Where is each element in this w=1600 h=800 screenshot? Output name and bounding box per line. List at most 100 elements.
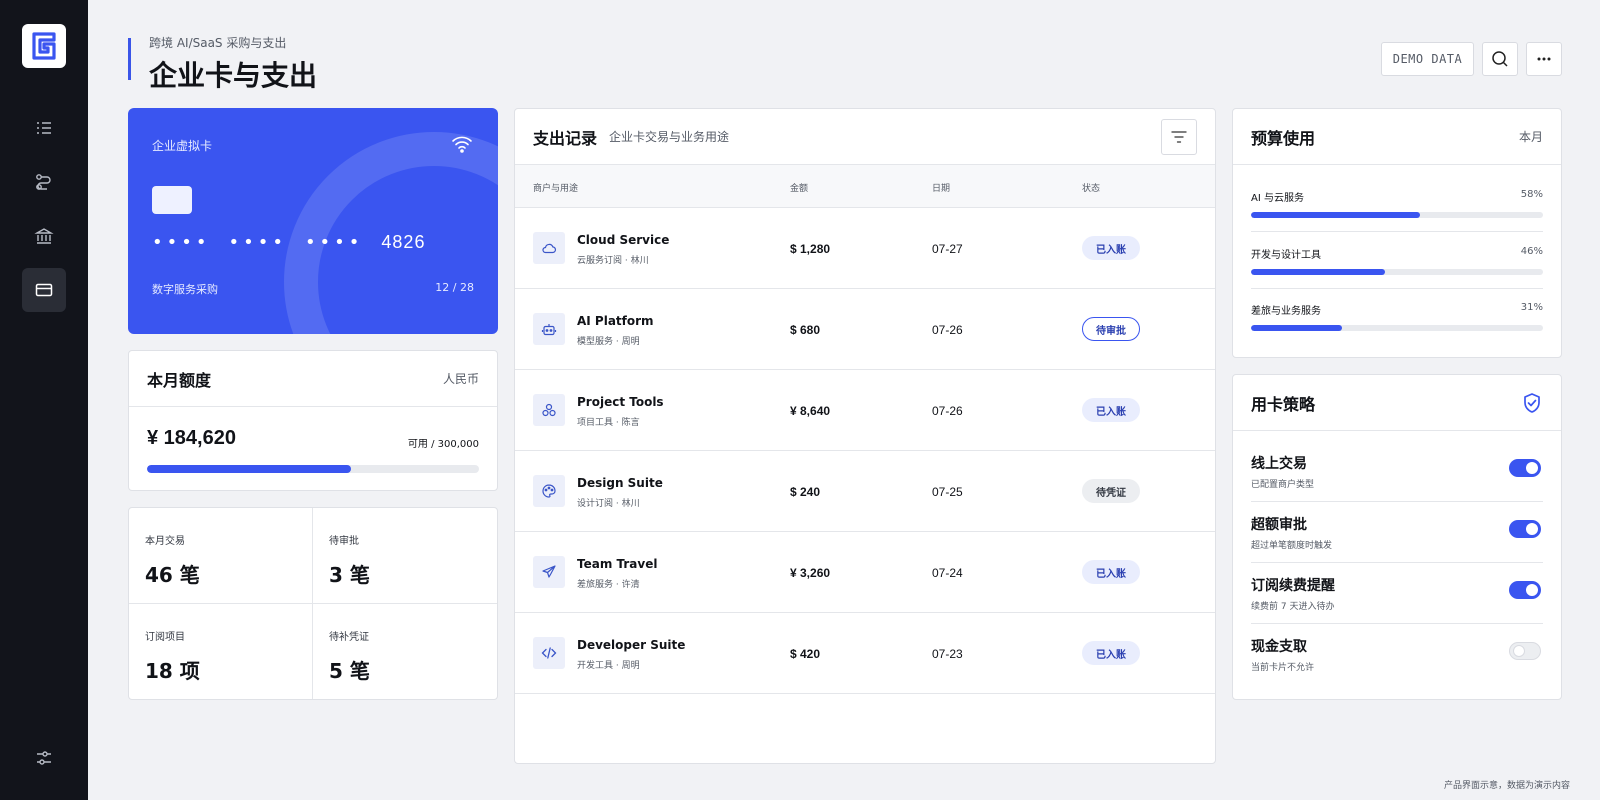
sidebar-item-settings[interactable]	[22, 736, 66, 780]
stat-card: 本月交易 46 笔	[129, 508, 313, 604]
status-badge: 待审批	[1082, 317, 1140, 341]
table-row[interactable]: Design Suite 设计订阅 · 林川 $ 240 07-25 待凭证	[515, 451, 1215, 532]
budget-usage-panel: 预算使用 本月 AI 与云服务 58% 开发与设计工具 46% 差旅与业务服务 …	[1232, 108, 1562, 358]
masked-group: ••••	[152, 232, 211, 253]
policy-item-desc: 已配置商户类型	[1251, 480, 1315, 490]
divider	[1251, 288, 1543, 289]
table-row[interactable]: AI Platform 模型服务 · 周明 $ 680 07-26 待审批	[515, 289, 1215, 370]
stat-label: 待补凭证	[329, 631, 369, 643]
boxes-icon	[542, 403, 556, 417]
sidebar-item-routes[interactable]	[22, 160, 66, 204]
expenses-title: 支出记录	[533, 128, 598, 148]
stats-grid: 本月交易 46 笔 待审批 3 笔 订阅项目 18 项 待补凭证 5 笔	[128, 507, 498, 700]
status-badge: 已入账	[1082, 560, 1140, 584]
logo-icon	[32, 32, 56, 60]
sidebar	[0, 0, 88, 800]
budget-item: 差旅与业务服务 31%	[1251, 302, 1543, 331]
stat-value: 5 笔	[329, 658, 370, 683]
column-header[interactable]: 商户与用途	[533, 181, 578, 194]
policy-item-title: 订阅续费提醒	[1251, 578, 1335, 594]
policy-item-title: 线上交易	[1251, 456, 1307, 472]
toggle-knob	[1526, 523, 1538, 535]
expense-date: 07-26	[932, 404, 963, 418]
policy-item: 现金支取 当前卡片不允许	[1251, 636, 1543, 697]
policy-item: 线上交易 已配置商户类型	[1251, 453, 1543, 514]
policy-toggle[interactable]	[1509, 459, 1541, 477]
merchant-name: Design Suite	[577, 476, 663, 490]
quota-used-amount: ¥ 184,620	[147, 427, 236, 449]
budget-bar-fill	[1251, 269, 1386, 275]
merchant-icon-box	[533, 313, 565, 345]
stat-value: 46 笔	[145, 563, 200, 587]
stat-label: 待审批	[329, 536, 359, 547]
expense-amount: $ 240	[790, 485, 821, 499]
sidebar-item-cards[interactable]	[22, 268, 66, 312]
merchant-icon-box	[533, 232, 565, 264]
stat-card: 待审批 3 笔	[313, 508, 497, 604]
expense-date: 07-25	[932, 485, 963, 499]
merchant-meta: 差旅服务 · 许清	[577, 580, 640, 590]
filter-icon	[1171, 131, 1187, 143]
sidebar-item-list[interactable]	[22, 106, 66, 150]
app-logo[interactable]	[22, 24, 66, 68]
budget-percent: 31%	[1520, 302, 1543, 313]
merchant-name: Team Travel	[577, 557, 658, 571]
budget-label: 差旅与业务服务	[1251, 306, 1321, 317]
policy-item: 订阅续费提醒 续费前 7 天进入待办	[1251, 575, 1543, 636]
table-row[interactable]: Project Tools 项目工具 · 陈言 ¥ 8,640 07-26 已入…	[515, 370, 1215, 451]
filter-button[interactable]	[1161, 119, 1197, 155]
expense-amount: ¥ 3,260	[790, 566, 831, 580]
expenses-subtitle: 企业卡交易与业务用途	[609, 130, 730, 144]
sidebar-item-bank[interactable]	[22, 214, 66, 258]
demo-data-tag: DEMO DATA	[1381, 42, 1474, 76]
table-row[interactable]: Cloud Service 云服务订阅 · 林川 $ 1,280 07-27 已…	[515, 208, 1215, 289]
policy-item: 超额审批 超过单笔额度时触发	[1251, 514, 1543, 575]
policy-title: 用卡策略	[1251, 394, 1316, 414]
page-title: 企业卡与支出	[149, 59, 318, 92]
footnote: 产品界面示意，数据为演示内容	[1443, 781, 1570, 791]
quota-currency: 人民币	[442, 372, 479, 386]
expense-date: 07-26	[932, 323, 963, 337]
merchant-name: Project Tools	[577, 395, 664, 409]
budget-label: 开发与设计工具	[1251, 250, 1321, 261]
breadcrumb: 跨境 AI/SaaS 采购与支出	[149, 36, 287, 50]
budget-bar	[1251, 269, 1543, 275]
merchant-name: Developer Suite	[577, 638, 686, 652]
search-button[interactable]	[1482, 42, 1518, 76]
policy-toggle[interactable]	[1509, 581, 1541, 599]
table-row[interactable]: Team Travel 差旅服务 · 许清 ¥ 3,260 07-24 已入账	[515, 532, 1215, 613]
toggle-knob	[1526, 584, 1538, 596]
status-badge: 已入账	[1082, 641, 1140, 665]
robot-icon	[541, 324, 557, 336]
merchant-meta: 模型服务 · 周明	[577, 337, 640, 347]
title-accent-bar	[128, 38, 131, 80]
column-header[interactable]: 金额	[790, 181, 808, 194]
policy-item-title: 现金支取	[1251, 639, 1307, 655]
column-header[interactable]: 状态	[1082, 181, 1100, 194]
list-icon	[37, 122, 51, 134]
status-badge: 已入账	[1082, 236, 1140, 260]
budget-bar-fill	[1251, 325, 1342, 331]
quota-available: 可用 / 300,000	[407, 439, 479, 450]
column-header[interactable]: 日期	[932, 181, 950, 194]
expense-amount: $ 680	[790, 323, 821, 337]
merchant-meta: 云服务订阅 · 林川	[577, 256, 649, 266]
card-icon	[35, 283, 53, 297]
expense-date: 07-23	[932, 647, 963, 661]
stat-card: 订阅项目 18 项	[129, 603, 313, 699]
budget-period[interactable]: 本月	[1519, 128, 1543, 145]
palette-icon	[542, 484, 556, 498]
cloud-icon	[542, 243, 557, 254]
merchant-icon-box	[533, 394, 565, 426]
expense-amount: $ 420	[790, 647, 821, 661]
policy-item-desc: 超过单笔额度时触发	[1251, 541, 1333, 551]
policy-toggle[interactable]	[1509, 642, 1541, 660]
status-badge: 待凭证	[1082, 479, 1140, 503]
policy-toggle[interactable]	[1509, 520, 1541, 538]
policy-item-desc: 续费前 7 天进入待办	[1251, 602, 1335, 612]
expense-date: 07-27	[932, 242, 963, 256]
toggle-knob	[1513, 645, 1525, 657]
table-row[interactable]: Developer Suite 开发工具 · 周明 $ 420 07-23 已入…	[515, 613, 1215, 694]
more-button[interactable]	[1526, 42, 1562, 76]
virtual-card[interactable]: 企业虚拟卡 •••• •••• •••• 4826 数字服务采购 12 / 28	[128, 108, 498, 334]
